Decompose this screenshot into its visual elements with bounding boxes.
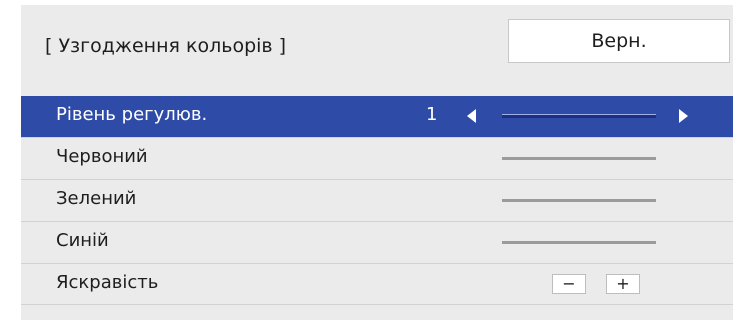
row-label: Рівень регулюв.: [56, 104, 208, 125]
row-brightness[interactable]: Яскравість − +: [21, 263, 733, 304]
divider: [21, 304, 733, 305]
level-value: 1: [426, 104, 438, 125]
green-slider[interactable]: [502, 199, 656, 202]
row-red[interactable]: Червоний: [21, 137, 733, 178]
triangle-left-icon[interactable]: [467, 109, 476, 123]
row-label: Яскравість: [56, 272, 159, 293]
menu-title: [ Узгодження кольорів ]: [45, 35, 287, 57]
row-label: Зелений: [56, 188, 137, 209]
color-matching-panel: [ Узгодження кольорів ] Верн. Рівень рег…: [21, 5, 733, 320]
back-button[interactable]: Верн.: [508, 19, 730, 63]
level-slider[interactable]: [502, 114, 656, 118]
row-label: Червоний: [56, 146, 148, 167]
row-label: Синій: [56, 230, 109, 251]
triangle-right-icon[interactable]: [679, 109, 688, 123]
row-blue[interactable]: Синій: [21, 221, 733, 262]
brightness-increase-button[interactable]: +: [606, 274, 640, 294]
brightness-decrease-button[interactable]: −: [552, 274, 586, 294]
red-slider[interactable]: [502, 157, 656, 160]
blue-slider[interactable]: [502, 241, 656, 244]
row-green[interactable]: Зелений: [21, 179, 733, 220]
row-adjustment-level[interactable]: Рівень регулюв. 1: [21, 96, 733, 137]
